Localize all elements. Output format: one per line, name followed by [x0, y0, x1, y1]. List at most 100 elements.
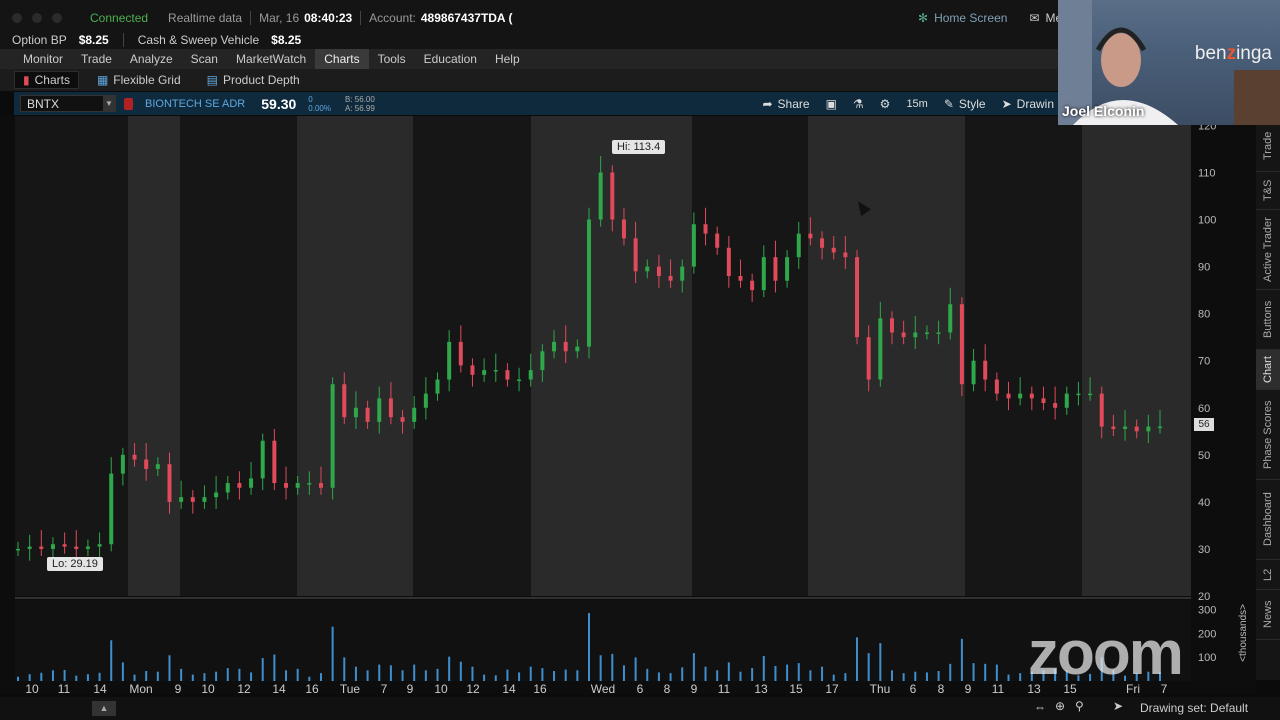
top-right-links: ✻ Home Screen ✉ Me: [918, 11, 1062, 25]
time-tick-label: 14: [93, 682, 107, 694]
symbol-value: BNTX: [27, 96, 60, 111]
candle-body: [39, 546, 44, 549]
time-tick-label: Thu: [870, 682, 891, 694]
window-close-button[interactable]: [12, 13, 22, 23]
candle-body: [377, 398, 382, 422]
right-tab-trade[interactable]: Trade: [1256, 120, 1280, 172]
volume-bar: [821, 666, 824, 681]
account-selector[interactable]: 489867437TDA (: [421, 11, 513, 25]
cursor-icon[interactable]: ➤: [1113, 699, 1123, 713]
low-label: Lo: 29.19: [47, 557, 103, 571]
webcam-overlay: benzinga Joel Elconin: [1058, 0, 1280, 125]
subtab-product-depth[interactable]: ▤ Product Depth: [199, 71, 308, 89]
chart-toolbar: ➦ Share ▣ ⚗ ⚙ 15m ✎ Style ➤ Drawin: [762, 92, 1054, 115]
right-tab-t-s[interactable]: T&S: [1256, 172, 1280, 210]
candle-body: [563, 341, 568, 352]
volume-bar: [867, 653, 870, 681]
volume-bar: [832, 674, 835, 681]
volume-bar: [949, 663, 952, 681]
chevron-down-icon[interactable]: ▼: [103, 96, 115, 111]
menu-item-analyze[interactable]: Analyze: [121, 49, 182, 69]
candle-body: [388, 398, 393, 418]
time-tick-label: Wed: [591, 682, 615, 694]
menu-item-charts[interactable]: Charts: [315, 49, 369, 69]
volume-bar: [564, 669, 567, 681]
right-tab-l2[interactable]: L2: [1256, 560, 1280, 590]
screenshot-icon[interactable]: ▣: [826, 97, 837, 111]
time-tick-label: 13: [754, 682, 768, 694]
menu-item-trade[interactable]: Trade: [72, 49, 121, 69]
symbol-input[interactable]: BNTX ▼: [20, 95, 116, 112]
net-change: 0 0.00%: [308, 95, 331, 113]
right-tab-chart[interactable]: Chart: [1256, 350, 1280, 390]
window-minimize-button[interactable]: [32, 13, 42, 23]
candle-body: [284, 483, 289, 488]
candle-body: [412, 407, 417, 422]
gear-icon[interactable]: ⚙: [880, 97, 891, 111]
benzinga-logo: benzinga: [1194, 43, 1272, 64]
style-label: Style: [958, 96, 986, 111]
link-color-icon[interactable]: [124, 97, 133, 110]
candle-body: [633, 238, 638, 272]
crosshair-icon[interactable]: ⊕: [1055, 699, 1065, 713]
share-label: Share: [777, 96, 810, 111]
time-tick-label: 9: [965, 682, 972, 694]
volume-bar: [483, 674, 486, 681]
studies-flask-icon[interactable]: ⚗: [853, 97, 864, 111]
volume-tick-label: 300: [1198, 605, 1216, 617]
candle-body: [109, 473, 114, 545]
volume-bar: [121, 662, 124, 681]
menu-item-monitor[interactable]: Monitor: [14, 49, 72, 69]
share-button[interactable]: ➦ Share: [762, 97, 809, 111]
menu-item-scan[interactable]: Scan: [182, 49, 227, 69]
session-band: [692, 116, 808, 596]
time-tick-label: 11: [718, 682, 731, 694]
timeframe-selector[interactable]: 15m: [906, 98, 927, 110]
candle-body: [761, 257, 766, 291]
menu-item-help[interactable]: Help: [486, 49, 529, 69]
menu-item-marketwatch[interactable]: MarketWatch: [227, 49, 315, 69]
subtab-charts[interactable]: ▮ Charts: [14, 71, 79, 89]
menu-item-tools[interactable]: Tools: [369, 49, 415, 69]
volume-bar: [611, 653, 614, 681]
right-tab-active-trader[interactable]: Active Trader: [1256, 210, 1280, 290]
candle-body: [691, 224, 696, 267]
divider: [122, 32, 124, 47]
home-screen-link[interactable]: ✻ Home Screen: [918, 11, 1007, 25]
candle-body: [913, 332, 918, 338]
window-maximize-button[interactable]: [52, 13, 62, 23]
volume-bar: [17, 676, 19, 681]
candle-body: [423, 393, 428, 408]
zoom-icon[interactable]: ⚲: [1075, 699, 1084, 713]
menu-item-education[interactable]: Education: [415, 49, 486, 69]
subtab-flexible-grid[interactable]: ▦ Flexible Grid: [89, 71, 189, 89]
right-tab-buttons[interactable]: Buttons: [1256, 290, 1280, 350]
candle-body: [540, 351, 545, 371]
style-button[interactable]: ✎ Style: [944, 97, 986, 111]
pan-arrows-icon[interactable]: ⇔: [1034, 700, 1046, 714]
right-tab-news[interactable]: News: [1256, 590, 1280, 640]
candle-body: [715, 233, 720, 248]
time-tick-label: 12: [237, 682, 251, 694]
drawings-button[interactable]: ➤ Drawin: [1002, 97, 1054, 111]
share-icon: ➦: [762, 96, 773, 111]
buying-power-bar: Option BP $8.25 Cash & Sweep Vehicle $8.…: [0, 30, 1060, 49]
volume-band: [692, 600, 808, 681]
candle-body: [120, 454, 125, 474]
time-tick-label: 11: [992, 682, 1005, 694]
volume-bar: [599, 655, 602, 681]
volume-bar: [995, 664, 998, 681]
candle-body: [621, 219, 626, 239]
candle-body: [1158, 426, 1162, 429]
right-tab-dashboard[interactable]: Dashboard: [1256, 480, 1280, 560]
change-percent: 0.00%: [308, 103, 331, 113]
candle-body: [493, 370, 498, 372]
volume-bar: [856, 637, 859, 681]
price-chart[interactable]: 120110100908070605040302030020010010 11 14…: [0, 116, 1256, 694]
volume-bar: [401, 670, 404, 681]
candle-body: [179, 497, 184, 502]
volume-bar: [704, 666, 707, 681]
collapse-panel-icon[interactable]: ▲: [92, 701, 116, 716]
bid-ask: B: 56.00 A: 56.99: [345, 95, 375, 113]
right-tab-phase-scores[interactable]: Phase Scores: [1256, 390, 1280, 480]
